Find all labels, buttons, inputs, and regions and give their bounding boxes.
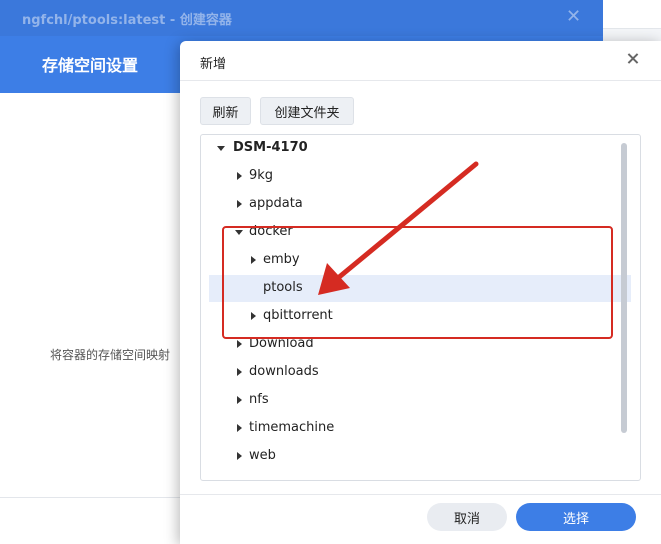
tree-node-label: 9kg (249, 168, 274, 183)
tree-node-timemachine[interactable]: timemachine (209, 415, 631, 442)
tree-node-label: appdata (249, 196, 303, 211)
tree-node-root[interactable]: DSM-4170 (209, 135, 631, 162)
caret-right-icon[interactable] (237, 396, 242, 404)
tree-node-label: web (249, 448, 276, 463)
caret-right-icon[interactable] (237, 424, 242, 432)
tree-node-label: Download (249, 336, 314, 351)
dialog-title: 新增 (200, 57, 227, 72)
window-titlebar: ngfchl/ptools:latest - 创建容器 ✕ (0, 0, 603, 36)
refresh-button[interactable]: 刷新 (200, 97, 251, 125)
window-close-icon[interactable]: ✕ (566, 6, 581, 27)
caret-right-icon[interactable] (251, 256, 256, 264)
tree-node-docker[interactable]: docker (209, 219, 631, 246)
folder-tree: DSM-4170 9kg appdata docker emby ptools … (200, 134, 641, 481)
tree-node-nfs[interactable]: nfs (209, 387, 631, 414)
caret-down-icon[interactable] (235, 230, 243, 235)
create-folder-button[interactable]: 创建文件夹 (260, 97, 354, 125)
tree-scrollbar[interactable] (621, 143, 627, 433)
tree-node-web[interactable]: web (209, 443, 631, 470)
storage-description: 将容器的存储空间映射 (50, 348, 171, 362)
dialog-title-divider (180, 80, 661, 81)
select-button[interactable]: 选择 (516, 503, 636, 531)
wizard-step-title: 存储空间设置 (42, 56, 139, 75)
window-title: ngfchl/ptools:latest - 创建容器 (22, 13, 232, 28)
tree-node-qbittorrent[interactable]: qbittorrent (209, 303, 631, 330)
tree-node-label: docker (249, 224, 293, 239)
caret-right-icon[interactable] (237, 200, 242, 208)
tree-node-emby[interactable]: emby (209, 247, 631, 274)
caret-right-icon[interactable] (237, 340, 242, 348)
caret-right-icon[interactable] (251, 312, 256, 320)
caret-down-icon[interactable] (217, 146, 225, 151)
tree-node-ptools[interactable]: ptools (209, 275, 631, 302)
caret-right-icon[interactable] (237, 172, 242, 180)
tree-node-label: DSM-4170 (233, 140, 308, 155)
tree-node-label: qbittorrent (263, 308, 333, 323)
tree-node-label: nfs (249, 392, 269, 407)
tree-node-9kg[interactable]: 9kg (209, 163, 631, 190)
tree-node-appdata[interactable]: appdata (209, 191, 631, 218)
tree-node-label: downloads (249, 364, 319, 379)
tree-node-label: ptools (263, 280, 303, 295)
dialog-footer-divider (180, 494, 661, 495)
add-folder-dialog: 新增 刷新 创建文件夹 DSM-4170 9kg appdata docker … (180, 41, 661, 544)
close-icon[interactable] (624, 50, 642, 68)
tree-node-label: timemachine (249, 420, 335, 435)
cancel-button[interactable]: 取消 (427, 503, 507, 531)
tree-node-label: emby (263, 252, 300, 267)
background-panel-top (603, 0, 661, 29)
caret-right-icon[interactable] (237, 452, 242, 460)
tree-node-downloads[interactable]: downloads (209, 359, 631, 386)
caret-right-icon[interactable] (237, 368, 242, 376)
tree-node-download[interactable]: Download (209, 331, 631, 358)
